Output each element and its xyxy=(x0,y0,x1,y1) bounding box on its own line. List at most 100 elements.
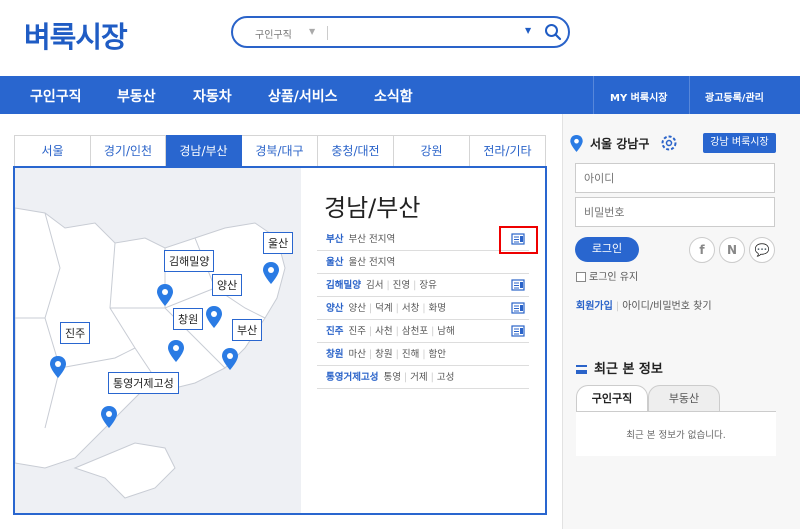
location-pin-icon xyxy=(570,135,583,152)
tab-gangwon[interactable]: 강원 xyxy=(394,135,470,167)
find-account-link[interactable]: 아이디/비밀번호 찾기 xyxy=(622,301,711,312)
region-sub[interactable]: 울산 전지역 xyxy=(348,257,395,268)
gear-icon[interactable] xyxy=(660,134,678,152)
listing-icon[interactable] xyxy=(511,278,525,292)
region-tabs: 서울 경기/인천 경남/부산 경북/대구 충청/대전 강원 전라/기타 xyxy=(14,135,546,167)
map-label-busan[interactable]: 부산 xyxy=(232,319,263,341)
region-name[interactable]: 양산 xyxy=(326,303,343,314)
nav-divider xyxy=(593,76,594,114)
naver-icon[interactable]: N xyxy=(719,237,745,263)
search-icon[interactable] xyxy=(543,22,563,42)
tab-seoul[interactable]: 서울 xyxy=(14,135,91,167)
region-name[interactable]: 김해밀양 xyxy=(326,280,361,291)
account-links: 회원가입 | 아이디/비밀번호 찾기 xyxy=(576,301,712,312)
recent-tab-jobs[interactable]: 구인구직 xyxy=(576,385,648,412)
region-sub[interactable]: 부산 전지역 xyxy=(348,234,395,245)
map-pin-icon[interactable] xyxy=(222,348,238,370)
login-button[interactable]: 로그인 xyxy=(575,237,639,262)
region-panel: 울산 김해밀양 양산 창원 부산 진주 통영거제고성 경남/부산 부산 부산 전지… xyxy=(13,166,547,515)
keep-login-label: 로그인 유지 xyxy=(589,272,639,283)
chevron-down-icon[interactable]: ▼ xyxy=(309,27,315,36)
region-sub[interactable]: 삼천포 xyxy=(402,326,428,337)
nav-news[interactable]: 소식함 xyxy=(374,86,413,106)
map-pin-icon[interactable] xyxy=(206,306,222,328)
recent-title: 최근 본 정보 xyxy=(576,358,663,377)
nav-cars[interactable]: 자동차 xyxy=(193,86,232,106)
nav-my[interactable]: MY 벼룩시장 xyxy=(610,89,667,104)
region-row-busan: 부산 부산 전지역 xyxy=(317,228,529,251)
region-sub[interactable]: 진주 xyxy=(348,326,365,337)
listing-icon[interactable] xyxy=(511,324,525,338)
password-field[interactable] xyxy=(575,197,775,227)
site-logo[interactable]: 벼룩시장 xyxy=(24,14,128,56)
region-sub[interactable]: 마산 xyxy=(348,349,365,360)
region-sub[interactable]: 거제 xyxy=(410,372,427,383)
join-link[interactable]: 회원가입 xyxy=(576,301,613,312)
map-label-yangsan[interactable]: 양산 xyxy=(212,274,243,296)
map-pin-icon[interactable] xyxy=(168,340,184,362)
keep-login[interactable]: 로그인 유지 xyxy=(576,268,638,283)
region-sub[interactable]: 창원 xyxy=(375,349,392,360)
map-label-ulsan[interactable]: 울산 xyxy=(263,232,294,254)
region-sub[interactable]: 김서 xyxy=(366,280,383,291)
listing-icon[interactable] xyxy=(511,301,525,315)
search-category[interactable]: 구인구직 xyxy=(255,26,292,41)
map-pin-icon[interactable] xyxy=(50,356,66,378)
region-sub[interactable]: 남해 xyxy=(437,326,454,337)
region-row-ulsan: 울산 울산 전지역 xyxy=(317,251,529,274)
region-sub[interactable]: 장유 xyxy=(419,280,436,291)
local-market-button[interactable]: 강남 벼룩시장 xyxy=(703,133,776,153)
region-sub[interactable]: 화명 xyxy=(429,303,446,314)
nav-goods-services[interactable]: 상품/서비스 xyxy=(268,86,338,106)
current-location: 서울 강남구 xyxy=(590,137,650,151)
map-pin-icon[interactable] xyxy=(101,406,117,428)
id-field[interactable] xyxy=(575,163,775,193)
tab-chungcheong[interactable]: 충청/대전 xyxy=(318,135,394,167)
nav-real-estate[interactable]: 부동산 xyxy=(117,86,156,106)
facebook-icon[interactable]: f xyxy=(689,237,715,263)
region-sub[interactable]: 덕계 xyxy=(375,303,392,314)
region-name[interactable]: 진주 xyxy=(326,326,343,337)
map-label-changwon[interactable]: 창원 xyxy=(173,308,204,330)
region-sub[interactable]: 고성 xyxy=(437,372,454,383)
nav-divider xyxy=(689,76,690,114)
main-nav: 구인구직 부동산 자동차 상품/서비스 소식함 MY 벼룩시장 광고등록/관리 xyxy=(0,76,800,114)
region-sub[interactable]: 서창 xyxy=(402,303,419,314)
search-dropdown-icon[interactable]: ▼ xyxy=(525,26,531,35)
tab-gyeonggi[interactable]: 경기/인천 xyxy=(91,135,166,167)
recent-title-text: 최근 본 정보 xyxy=(594,362,663,377)
region-sub[interactable]: 진영 xyxy=(393,280,410,291)
map-pin-icon[interactable] xyxy=(157,284,173,306)
menu-icon xyxy=(576,365,587,374)
tab-gyeongbuk[interactable]: 경북/대구 xyxy=(242,135,318,167)
region-name[interactable]: 창원 xyxy=(326,349,343,360)
region-sub[interactable]: 양산 xyxy=(348,303,365,314)
recent-tab-real-estate[interactable]: 부동산 xyxy=(648,385,720,412)
map-pin-icon[interactable] xyxy=(263,262,279,284)
tab-gyeongnam[interactable]: 경남/부산 xyxy=(166,135,242,167)
region-sub[interactable]: 사천 xyxy=(375,326,392,337)
search-bar: 구인구직 ▼ ▼ xyxy=(231,16,570,48)
tab-jeolla[interactable]: 전라/기타 xyxy=(470,135,546,167)
region-sub[interactable]: 진해 xyxy=(402,349,419,360)
keep-login-checkbox[interactable] xyxy=(576,272,586,282)
search-input[interactable] xyxy=(333,22,523,42)
region-row-gimhae: 김해밀양 김서 | 진영 | 장유 xyxy=(317,274,529,297)
region-sub[interactable]: 통영 xyxy=(383,372,400,383)
region-sub[interactable]: 함안 xyxy=(429,349,446,360)
region-title: 경남/부산 xyxy=(324,194,421,222)
map-label-gimhae[interactable]: 김해밀양 xyxy=(164,250,215,272)
region-name[interactable]: 부산 xyxy=(326,234,343,245)
search-divider xyxy=(327,26,328,40)
region-row-jinju: 진주 진주 | 사천 | 삼천포 | 남해 xyxy=(317,320,529,343)
chat-icon[interactable]: 💬 xyxy=(749,237,775,263)
map-label-tongyeong[interactable]: 통영거제고성 xyxy=(108,372,179,394)
map-label-jinju[interactable]: 진주 xyxy=(60,322,91,344)
recent-empty-message: 최근 본 정보가 없습니다. xyxy=(626,430,726,441)
region-row-yangsan: 양산 양산 | 덕계 | 서창 | 화명 xyxy=(317,297,529,320)
highlight-box xyxy=(499,226,538,254)
nav-jobs[interactable]: 구인구직 xyxy=(30,86,82,106)
region-name[interactable]: 울산 xyxy=(326,257,343,268)
nav-ads[interactable]: 광고등록/관리 xyxy=(705,89,764,104)
region-name[interactable]: 통영거제고성 xyxy=(326,372,378,383)
